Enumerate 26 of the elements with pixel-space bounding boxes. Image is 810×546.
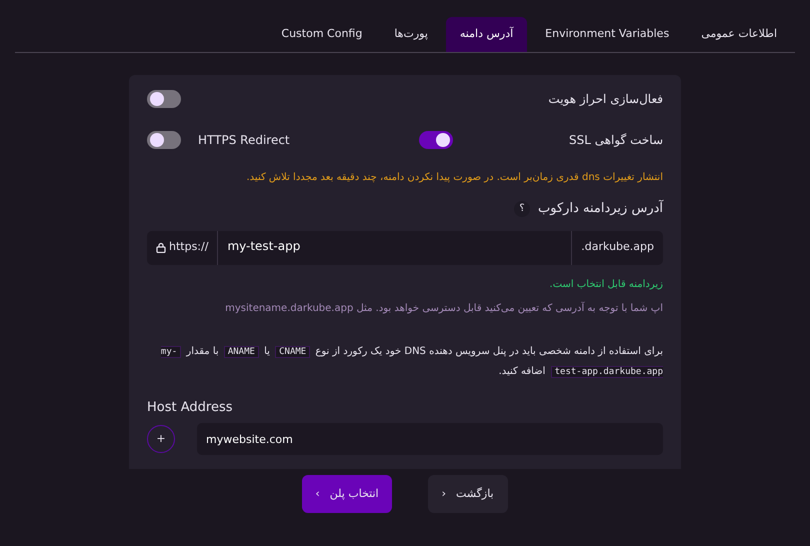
- availability-message: زیردامنه قابل انتخاب است.: [548, 278, 663, 292]
- toggle-switch[interactable]: [147, 90, 181, 108]
- help-badge[interactable]: ؟: [514, 200, 530, 217]
- subdomain-hint: اپ شما با توجه به آدرسی که تعیین می‌کنید قابل دسترسی خواهد بود. مثل mysitename.darkube.app: [224, 300, 663, 316]
- host-address-field[interactable]: mywebsite.com: [197, 423, 663, 455]
- https-redirect-label: HTTPS Redirect: [198, 132, 290, 149]
- toggle-switch[interactable]: [147, 131, 181, 149]
- subdomain-input[interactable]: my-test-app: [217, 230, 572, 264]
- tab[interactable]: Custom Config: [267, 17, 376, 52]
- back-button[interactable]: بازگشت ‹: [428, 475, 508, 513]
- tab[interactable]: اطلاعات عمومی: [687, 17, 791, 52]
- ssl-label: ساخت گواهی SSL: [568, 132, 663, 149]
- domain-suffix: .darkube.app: [580, 239, 655, 256]
- toggle-switch[interactable]: [419, 131, 453, 149]
- subdomain-field[interactable]: https:// my-test-app .darkube.app: [147, 230, 663, 264]
- add-button[interactable]: +: [147, 425, 175, 453]
- host-address-label: Host Address: [147, 398, 234, 416]
- select-plan-button[interactable]: انتخاب پلن ›: [302, 475, 392, 513]
- tab[interactable]: آدرس دامنه: [446, 17, 528, 52]
- tab[interactable]: پورت‌ها: [380, 17, 442, 52]
- protocol-prefix: https://: [169, 239, 210, 256]
- auth-label: فعال‌سازی احراز هویت: [548, 91, 663, 108]
- tab[interactable]: Environment Variables: [531, 17, 684, 52]
- dns-warning: انتشار تغییرات dns قدری زمان‌بر است. در صورت پیدا نکردن دامنه، چند دقیقه بعد مجددا تلاش کنید.: [246, 171, 663, 185]
- subdomain-label: آدرس زیردامنه دارکوب: [538, 199, 663, 218]
- lock-icon: [156, 242, 166, 253]
